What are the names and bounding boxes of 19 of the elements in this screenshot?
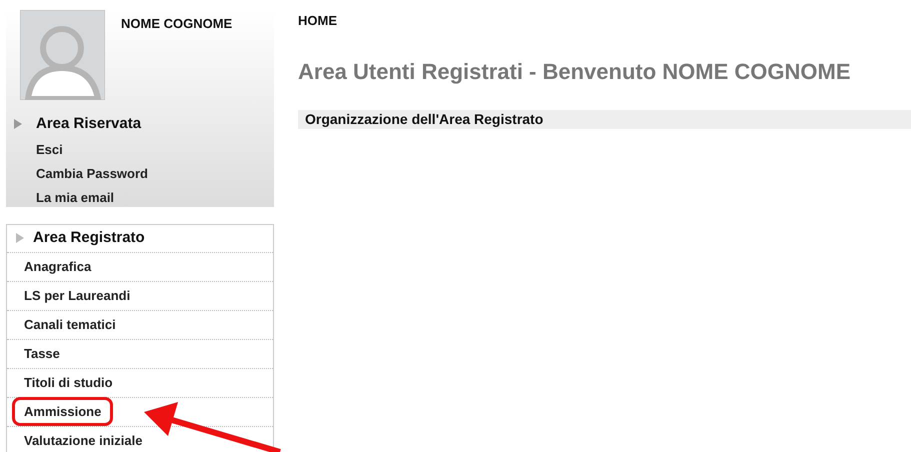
menu-item[interactable]: Valutazione iniziale bbox=[15, 428, 152, 452]
menu-title: Area Registrato bbox=[33, 228, 145, 248]
profile-link[interactable]: Esci bbox=[36, 140, 63, 158]
section-title: Area Riservata bbox=[36, 114, 142, 134]
page-title: Area Utenti Registrati - Benvenuto NOME COGNOME bbox=[298, 58, 852, 86]
menu-item[interactable]: Anagrafica bbox=[15, 254, 100, 278]
breadcrumb[interactable]: HOME bbox=[298, 11, 911, 30]
menu-item[interactable]: LS per Laureandi bbox=[15, 284, 140, 308]
triangle-icon bbox=[14, 119, 22, 130]
profile-link[interactable]: Cambia Password bbox=[36, 164, 148, 182]
user-name: NOME COGNOME bbox=[121, 16, 232, 31]
profile-link[interactable]: La mia email bbox=[36, 188, 114, 206]
menu-item[interactable]: Titoli di studio bbox=[15, 370, 122, 394]
menu-item[interactable]: Tasse bbox=[15, 342, 69, 366]
menu-item[interactable]: Ammissione bbox=[12, 396, 114, 426]
triangle-icon bbox=[16, 233, 24, 243]
avatar-icon bbox=[20, 10, 105, 100]
menu-item[interactable]: Canali tematici bbox=[15, 312, 125, 336]
section-heading: Organizzazione dell'Area Registrato bbox=[305, 110, 544, 129]
